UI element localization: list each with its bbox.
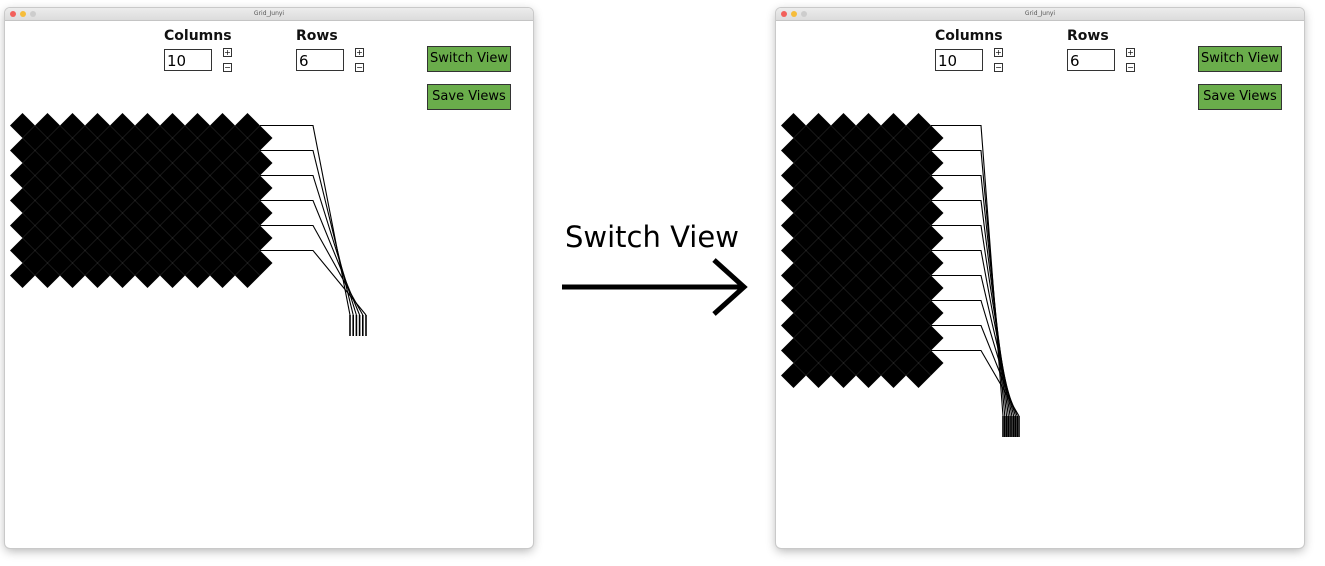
- lead-line: [931, 224, 1011, 417]
- pattern-canvas: [781, 113, 1020, 437]
- lead-line: [260, 249, 367, 316]
- lead-line: [931, 324, 1018, 417]
- lead-line: [260, 124, 351, 316]
- lead-line: [931, 199, 1009, 417]
- right-arrow-icon: [562, 258, 748, 316]
- lead-line: [260, 199, 361, 316]
- lead-line: [931, 174, 1008, 417]
- app-window-after: Grid_Junyi Columns 10 + − Rows 6 + − Swi…: [776, 8, 1304, 548]
- lead-line: [260, 174, 357, 316]
- lead-line: [931, 149, 1006, 417]
- transition-caption: Switch View: [565, 220, 739, 254]
- app-window-before: Grid_Junyi Columns 10 + − Rows 6 + − Swi…: [5, 8, 533, 548]
- pattern-canvas: [10, 113, 367, 336]
